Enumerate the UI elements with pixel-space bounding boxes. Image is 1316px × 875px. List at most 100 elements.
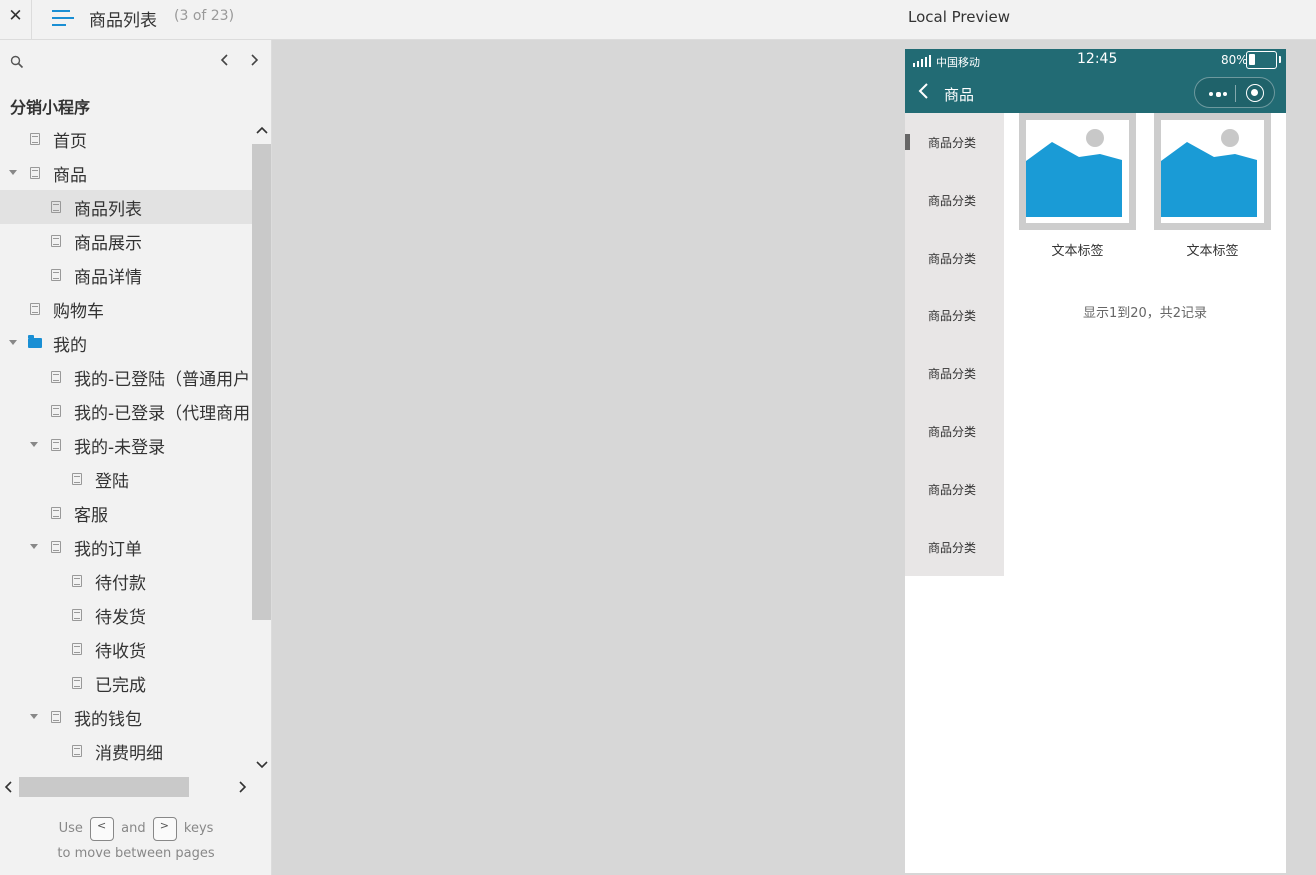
caret-down-icon[interactable] — [30, 544, 38, 549]
tree-item[interactable]: 商品详情 — [0, 258, 252, 292]
page-icon — [72, 473, 82, 485]
caret-down-icon[interactable] — [9, 170, 17, 175]
horizontal-scrollbar[interactable] — [0, 776, 252, 798]
tree-item-label: 我的 — [53, 336, 87, 356]
caret-down-icon[interactable] — [30, 442, 38, 447]
carrier-label: 中国移动 — [936, 56, 980, 69]
page-icon — [72, 575, 82, 587]
tree-item-label: 商品 — [53, 166, 87, 186]
help-keys: keys — [183, 821, 214, 836]
page-icon — [30, 303, 40, 315]
tree-item-label: 登陆 — [95, 472, 129, 492]
page-icon — [72, 609, 82, 621]
chevron-left-icon[interactable] — [217, 52, 233, 68]
vertical-scroll-thumb[interactable] — [252, 144, 271, 620]
more-icon[interactable] — [1209, 91, 1229, 97]
chevron-right-icon[interactable] — [236, 781, 248, 793]
tree-item[interactable]: 消费明细 — [0, 734, 252, 768]
chevron-up-icon[interactable] — [256, 125, 268, 137]
page-icon — [72, 677, 82, 689]
project-name: 分销小程序 — [10, 98, 91, 117]
active-category-indicator — [905, 134, 910, 150]
tree-item[interactable]: 我的 — [0, 326, 252, 360]
tree-item-label: 消费明细 — [95, 744, 163, 764]
tree-item[interactable]: 我的-已登录（代理商用 — [0, 394, 252, 428]
tree-item[interactable]: 我的-已登陆（普通用户 — [0, 360, 252, 394]
chevron-left-icon[interactable] — [3, 781, 15, 793]
horizontal-scroll-thumb[interactable] — [19, 777, 189, 797]
tree-item[interactable]: 待收货 — [0, 632, 252, 666]
page-icon — [51, 235, 61, 247]
category-item[interactable]: 商品分类 — [905, 171, 1004, 229]
category-label: 商品分类 — [928, 136, 977, 150]
tree-item-label: 商品展示 — [74, 234, 142, 254]
tree-item-label: 待付款 — [95, 574, 146, 594]
category-item[interactable]: 商品分类 — [905, 344, 1004, 402]
records-summary: 显示1到20，共2记录 — [1082, 306, 1208, 321]
category-item[interactable]: 商品分类 — [905, 286, 1004, 344]
tree-item[interactable]: 商品 — [0, 156, 252, 190]
product-card[interactable]: 文本标签 — [1019, 113, 1136, 259]
page-icon — [30, 133, 40, 145]
category-sidebar: 商品分类 商品分类 商品分类 商品分类 商品分类 商品分类 商品分类 商品分类 — [905, 113, 1004, 576]
chevron-down-icon[interactable] — [256, 758, 268, 770]
vertical-scrollbar[interactable] — [252, 122, 271, 772]
category-item[interactable]: 商品分类 — [905, 460, 1004, 518]
chevron-right-icon[interactable] — [246, 52, 262, 68]
tree-item[interactable]: 我的-未登录 — [0, 428, 252, 462]
tree-item[interactable]: 首页 — [0, 122, 252, 156]
signal-icon — [913, 54, 933, 67]
tree-item-label: 已完成 — [95, 676, 146, 696]
tree-item[interactable]: 我的钱包 — [0, 700, 252, 734]
product-image[interactable] — [1019, 113, 1136, 230]
category-item[interactable]: 商品分类 — [905, 518, 1004, 576]
tree-item[interactable]: 待发货 — [0, 598, 252, 632]
category-label: 商品分类 — [928, 193, 977, 208]
tree-item[interactable]: 客服 — [0, 496, 252, 530]
tree-item[interactable]: 商品列表 — [0, 190, 252, 224]
category-item[interactable]: 商品分类 — [905, 402, 1004, 460]
product-name: 文本标签 — [1186, 244, 1239, 259]
category-item[interactable]: 商品分类 — [905, 113, 1004, 171]
back-icon[interactable] — [917, 82, 931, 100]
tree-item-label: 我的订单 — [74, 540, 142, 560]
tree-item[interactable]: 我的订单 — [0, 530, 252, 564]
category-label: 商品分类 — [928, 367, 977, 382]
battery-percent: 80% — [1221, 53, 1248, 67]
product-image[interactable] — [1154, 113, 1271, 230]
tree-item-label: 购物车 — [53, 302, 104, 322]
tree-item[interactable]: 待付款 — [0, 564, 252, 598]
product-card[interactable]: 文本标签 — [1154, 113, 1271, 259]
help-use: Use — [58, 821, 83, 836]
tree-item[interactable]: 登陆 — [0, 462, 252, 496]
close-target-icon[interactable] — [1246, 84, 1264, 102]
help-and: and — [121, 821, 146, 836]
close-button[interactable]: ✕ — [0, 0, 32, 40]
top-bar: ✕ 商品列表 (3 of 23) Local Preview — [0, 0, 1316, 40]
capsule-divider — [1235, 85, 1236, 102]
tree-item-label: 商品列表 — [74, 200, 142, 220]
page-icon — [51, 269, 61, 281]
category-label: 商品分类 — [928, 540, 977, 555]
tree-item[interactable]: 充值明细 — [0, 768, 252, 772]
caret-down-icon[interactable] — [9, 340, 17, 345]
tree-item[interactable]: 商品展示 — [0, 224, 252, 258]
tree-item[interactable]: 购物车 — [0, 292, 252, 326]
page-icon — [51, 507, 61, 519]
page-title: 商品列表 — [89, 11, 157, 31]
category-label: 商品分类 — [928, 424, 977, 439]
caret-down-icon[interactable] — [30, 714, 38, 719]
tree-item-label: 商品详情 — [74, 268, 142, 288]
tree-item[interactable]: 已完成 — [0, 666, 252, 700]
tree-item-label: 待发货 — [95, 608, 146, 628]
category-label: 商品分类 — [928, 482, 977, 497]
tree-item-label: 我的-已登陆（普通用户 — [74, 370, 251, 390]
help-line2: to move between pages — [57, 846, 215, 861]
search-icon[interactable] — [10, 55, 24, 69]
menu-icon[interactable] — [50, 7, 74, 29]
tree-item-label: 我的-已登录（代理商用 — [74, 404, 251, 424]
category-item[interactable]: 商品分类 — [905, 229, 1004, 287]
page-icon — [51, 711, 61, 723]
image-placeholder-icon — [1161, 120, 1264, 223]
sidebar: 分销小程序 首页 商品 商品列表 商品展示 商品详情 购物车 我的 我的-已登陆（普通用户 我的… — [0, 40, 272, 875]
